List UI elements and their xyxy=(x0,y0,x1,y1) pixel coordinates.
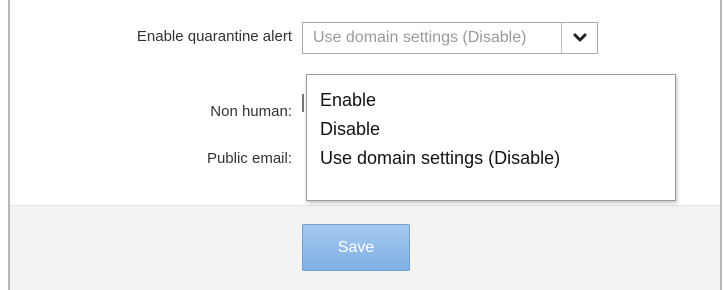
quarantine-alert-label: Enable quarantine alert xyxy=(136,28,292,45)
save-button-label: Save xyxy=(337,238,375,256)
quarantine-alert-select-value: Use domain settings (Disable) xyxy=(313,29,527,46)
dropdown-option-enable[interactable]: Enable xyxy=(307,86,675,115)
dropdown-option-use-domain-settings[interactable]: Use domain settings (Disable) xyxy=(307,144,675,173)
quarantine-alert-dropdown-menu: Enable Disable Use domain settings (Disa… xyxy=(306,74,676,201)
save-button[interactable]: Save xyxy=(302,224,410,271)
non-human-label: Non human: xyxy=(210,103,292,120)
settings-panel: Enable quarantine alert Use domain setti… xyxy=(8,0,722,290)
non-human-field-edge[interactable] xyxy=(302,94,304,112)
chevron-down-icon[interactable] xyxy=(562,23,597,53)
public-email-label: Public email: xyxy=(206,150,292,167)
dropdown-option-disable[interactable]: Disable xyxy=(307,115,675,144)
quarantine-alert-select[interactable]: Use domain settings (Disable) xyxy=(302,22,598,54)
